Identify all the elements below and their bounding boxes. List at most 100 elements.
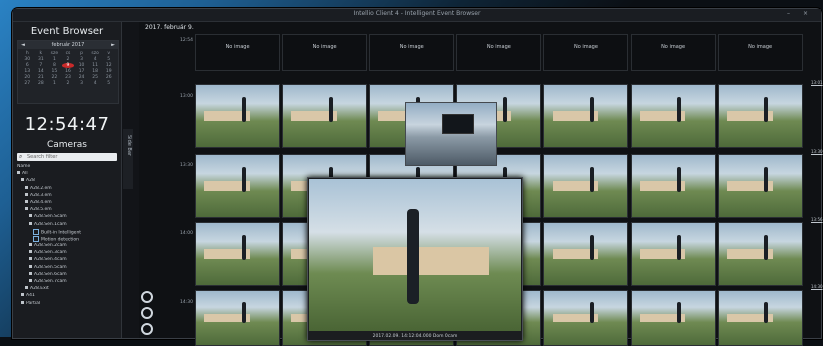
camera-thumbnail[interactable] — [717, 84, 803, 148]
tree-item[interactable]: A28.Sen.2cam — [17, 243, 117, 250]
calendar-day[interactable]: 5 — [102, 81, 115, 86]
zoom-in-icon[interactable] — [141, 291, 153, 303]
search-input[interactable]: ⌕ Search filter — [17, 153, 117, 161]
tree-item[interactable]: A41 — [17, 293, 117, 300]
no-image-cell[interactable]: No image — [630, 34, 716, 71]
zoomed-thumbnail[interactable] — [405, 102, 497, 166]
calendar-day[interactable]: 1 — [48, 81, 61, 86]
tree-item[interactable]: A28.Sen.Scam — [17, 214, 117, 221]
calendar-day[interactable]: 15 — [48, 69, 61, 74]
calendar-day[interactable]: 17 — [75, 69, 88, 74]
no-image-cell[interactable]: No image — [369, 34, 455, 71]
calendar-day[interactable]: 7 — [35, 63, 48, 68]
bullet-icon — [25, 207, 28, 211]
tree-item[interactable]: A28.Sen.7cam — [17, 279, 117, 286]
no-image-label: No image — [399, 44, 424, 50]
tree-item[interactable]: A28.5.em — [17, 207, 117, 214]
calendar-day[interactable]: 8 — [48, 63, 61, 68]
calendar-day[interactable]: 13 — [21, 69, 34, 74]
preview-popup[interactable]: 2017.02.09. 14:12:04.000 Dom 0cam — [307, 177, 523, 341]
tree-item[interactable]: A28.Sen.1cam — [17, 221, 117, 229]
camera-thumbnail[interactable] — [543, 222, 629, 286]
zoom-reset-icon[interactable] — [141, 323, 153, 335]
camera-thumbnail[interactable] — [717, 222, 803, 286]
no-image-cell[interactable]: No image — [282, 34, 368, 71]
calendar-next-button[interactable]: ► — [111, 42, 115, 48]
calendar-day[interactable]: 21 — [35, 75, 48, 80]
camera-thumbnail[interactable] — [195, 84, 281, 148]
tree-item[interactable]: All — [17, 171, 117, 178]
calendar-day[interactable]: 23 — [62, 75, 75, 80]
tree-item[interactable]: A28.Sen.5cam — [17, 264, 117, 272]
tree-item[interactable]: A28.Sen.4cam — [17, 257, 117, 264]
minimize-icon[interactable]: – — [787, 10, 790, 17]
calendar-day[interactable]: 24 — [75, 75, 88, 80]
calendar-day[interactable]: 6 — [21, 63, 34, 68]
time-link[interactable]: 13:30 — [811, 149, 823, 154]
camera-thumbnail[interactable] — [195, 222, 281, 286]
calendar-day[interactable]: 31 — [35, 57, 48, 62]
tree-item[interactable]: A28.Sen.6cam — [17, 271, 117, 279]
calendar-day[interactable]: 16 — [62, 69, 75, 74]
time-link[interactable]: 14:30 — [811, 284, 823, 289]
calendar-day[interactable]: 19 — [102, 69, 115, 74]
tree-item-label: A28.Sen.4cam — [34, 257, 67, 263]
camera-thumbnail[interactable] — [543, 154, 629, 218]
calendar-day[interactable]: 1 — [48, 57, 61, 62]
calendar-day[interactable]: 26 — [102, 75, 115, 80]
calendar-day[interactable]: 18 — [89, 69, 102, 74]
no-image-cell[interactable]: No image — [543, 34, 629, 71]
calendar-day[interactable]: 27 — [21, 81, 34, 86]
tree-item[interactable]: A28.3.em — [17, 192, 117, 200]
camera-thumbnail[interactable] — [717, 290, 803, 346]
tree-item-label: A28.Sen.3cam — [34, 250, 67, 256]
camera-thumbnail[interactable] — [630, 154, 716, 218]
camera-thumbnail[interactable] — [282, 84, 368, 148]
tree-item[interactable]: Built-in Intelligent — [17, 228, 117, 236]
tree-item[interactable]: A28 — [17, 178, 117, 185]
calendar-day[interactable]: 4 — [89, 81, 102, 86]
camera-thumbnail[interactable] — [195, 290, 281, 346]
calendar-day[interactable]: 3 — [75, 81, 88, 86]
camera-thumbnail[interactable] — [543, 84, 629, 148]
calendar-day[interactable]: 2 — [62, 81, 75, 86]
close-icon[interactable]: × — [803, 10, 808, 17]
tree-item[interactable]: A28.4.em — [17, 199, 117, 207]
time-link[interactable]: 13:01 — [811, 80, 823, 85]
camera-thumbnail[interactable] — [717, 154, 803, 218]
zoom-tools — [141, 291, 161, 339]
calendar-day[interactable]: 9 — [61, 63, 75, 68]
tree-item[interactable]: Partial — [17, 300, 117, 308]
calendar-day[interactable]: 10 — [75, 63, 88, 68]
zoom-out-icon[interactable] — [141, 307, 153, 319]
tree-item[interactable]: A28.Exit — [17, 286, 117, 293]
calendar-day[interactable]: 11 — [89, 63, 102, 68]
tree-item[interactable]: A28.2.em — [17, 185, 117, 193]
no-image-cell[interactable]: No image — [456, 34, 542, 71]
calendar-prev-button[interactable]: ◄ — [21, 42, 25, 48]
calendar-day[interactable]: 28 — [35, 81, 48, 86]
calendar-day[interactable]: 4 — [89, 57, 102, 62]
calendar-day[interactable]: 5 — [102, 57, 115, 62]
camera-thumbnail[interactable] — [630, 84, 716, 148]
no-image-cell[interactable]: No image — [717, 34, 803, 71]
time-link[interactable]: 13:56 — [811, 217, 823, 222]
calendar-day[interactable]: 14 — [35, 69, 48, 74]
calendar-day[interactable]: 3 — [75, 57, 88, 62]
calendar-day[interactable]: 2 — [62, 57, 75, 62]
no-image-label: No image — [225, 44, 250, 50]
calendar-day[interactable]: 20 — [21, 75, 34, 80]
tree-item[interactable]: A28.Sen.3cam — [17, 250, 117, 257]
calendar-day[interactable]: 30 — [21, 57, 34, 62]
tree-item[interactable]: Motion detection — [17, 235, 117, 243]
calendar-day[interactable]: 22 — [48, 75, 61, 80]
calendar-weekday: k — [39, 51, 43, 56]
camera-thumbnail[interactable] — [630, 222, 716, 286]
sidebar-toggle[interactable]: Side Bar — [123, 129, 133, 189]
calendar-day[interactable]: 25 — [89, 75, 102, 80]
camera-thumbnail[interactable] — [630, 290, 716, 346]
camera-thumbnail[interactable] — [543, 290, 629, 346]
camera-thumbnail[interactable] — [195, 154, 281, 218]
no-image-cell[interactable]: No image — [195, 34, 281, 71]
calendar-day[interactable]: 12 — [102, 63, 115, 68]
